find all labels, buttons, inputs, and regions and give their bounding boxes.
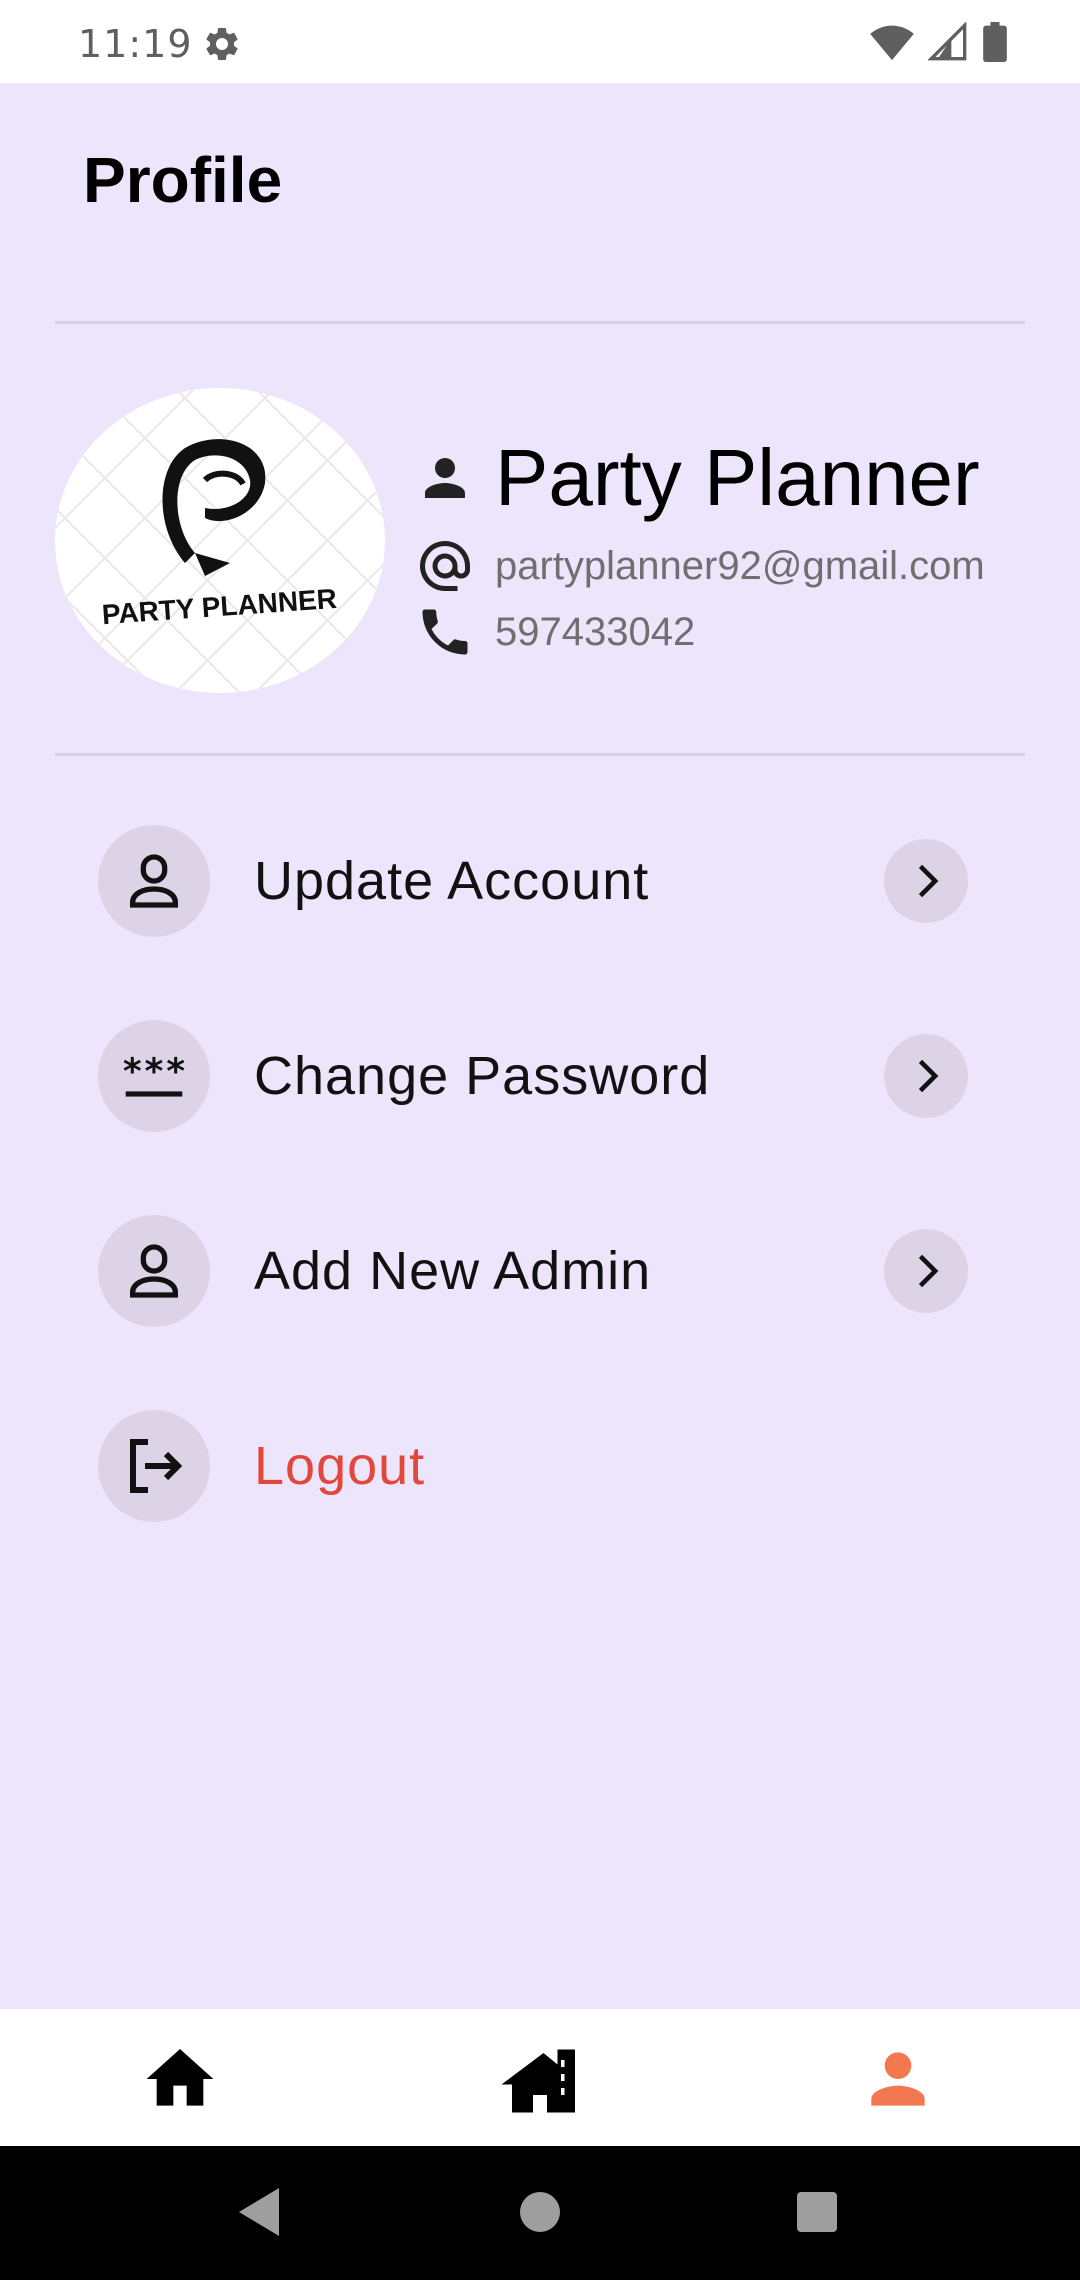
signal-icon xyxy=(928,22,967,61)
divider-bottom xyxy=(55,753,1025,756)
profile-email: partyplanner92@gmail.com xyxy=(495,543,985,588)
logout-icon xyxy=(98,1410,210,1522)
status-time: 11:19 xyxy=(78,22,193,66)
divider-top xyxy=(55,321,1025,324)
admin-icon xyxy=(98,1215,210,1327)
phone-icon xyxy=(422,609,468,655)
system-nav-bar xyxy=(0,2146,1080,2280)
bottom-nav xyxy=(0,2009,1080,2146)
chevron-right-icon[interactable] xyxy=(884,1229,968,1313)
home-icon[interactable] xyxy=(140,2039,220,2119)
home-button-icon[interactable] xyxy=(518,2184,562,2240)
change-password-item[interactable]: *** Change Password xyxy=(98,1020,968,1132)
battery-icon xyxy=(983,22,1007,62)
page-title: Profile xyxy=(83,144,283,216)
svg-text:***: *** xyxy=(121,1052,186,1093)
logout-item[interactable]: Logout xyxy=(98,1410,968,1522)
chevron-right-icon[interactable] xyxy=(884,839,968,923)
profile-icon[interactable] xyxy=(858,2039,938,2119)
back-icon[interactable] xyxy=(235,2184,283,2240)
buildings-icon[interactable] xyxy=(498,2039,582,2123)
add-new-admin-item[interactable]: Add New Admin xyxy=(98,1215,968,1327)
change-password-label: Change Password xyxy=(254,1046,711,1106)
profile-phone: 597433042 xyxy=(495,609,696,654)
update-account-label: Update Account xyxy=(254,851,650,911)
recents-icon[interactable] xyxy=(795,2184,839,2240)
settings-icon xyxy=(206,27,238,60)
account-icon xyxy=(98,825,210,937)
status-bar: 11:19 xyxy=(0,0,1080,83)
profile-info: Party Planner partyplanner92@gmail.com 5… xyxy=(415,423,985,665)
wifi-icon xyxy=(870,25,914,61)
party-planner-logo: PARTY PLANNER xyxy=(55,388,385,693)
logout-label: Logout xyxy=(254,1436,426,1496)
update-account-item[interactable]: Update Account xyxy=(98,825,968,937)
password-icon: *** xyxy=(98,1020,210,1132)
person-icon xyxy=(425,458,465,498)
avatar: PARTY PLANNER xyxy=(55,388,385,693)
profile-screen: Profile PARTY PLANNER Party Planner part… xyxy=(0,83,1080,2009)
at-icon xyxy=(420,541,471,591)
add-new-admin-label: Add New Admin xyxy=(254,1241,652,1301)
chevron-right-icon[interactable] xyxy=(884,1034,968,1118)
profile-name: Party Planner xyxy=(495,433,980,522)
